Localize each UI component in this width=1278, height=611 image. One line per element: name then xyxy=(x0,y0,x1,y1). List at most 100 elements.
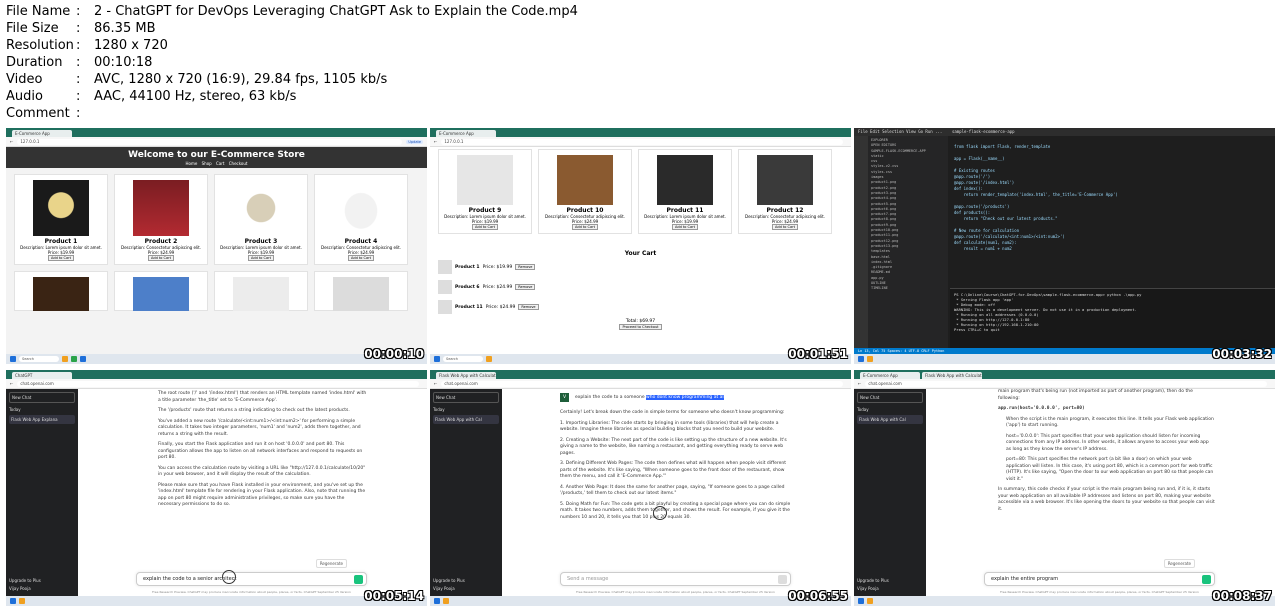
send-icon[interactable] xyxy=(354,575,363,584)
store-title: Welcome to our E-Commerce Store xyxy=(128,150,305,160)
nav-home[interactable]: Home xyxy=(186,161,198,166)
windows-icon[interactable] xyxy=(10,598,16,604)
chat-history-item[interactable]: Flask Web App with Cal xyxy=(433,415,499,424)
product-card xyxy=(114,271,208,311)
browser-tabbar: E-Commerce App xyxy=(430,128,851,137)
code-editor[interactable]: from flask import Flask, render_template… xyxy=(950,142,1275,282)
vscode-menu[interactable]: File Edit Selection View Go Run ... xyxy=(858,129,942,134)
upgrade-link[interactable]: Upgrade to Plus xyxy=(9,577,75,585)
windows-icon[interactable] xyxy=(434,598,440,604)
remove-button[interactable]: Remove xyxy=(515,284,536,290)
back-icon[interactable]: ← xyxy=(858,381,861,386)
chat-history-item[interactable]: Flask Web App Explana xyxy=(9,415,75,424)
address-bar: ← 127.0.0.1 Update xyxy=(6,137,427,147)
product-card: Product 3 Description: Lorem ipsum dolor … xyxy=(214,174,308,265)
url-field[interactable]: 127.0.0.1 xyxy=(17,138,403,145)
taskbar-search[interactable]: Search xyxy=(19,356,59,362)
windows-icon[interactable] xyxy=(10,356,16,362)
app-icon[interactable] xyxy=(867,598,873,604)
nav-checkout[interactable]: Checkout xyxy=(229,161,248,166)
user-name[interactable]: Vijay Pooja xyxy=(433,585,499,593)
chatgpt-window: Flask Web App with Calculation ← chat.ope… xyxy=(430,370,851,606)
update-button[interactable]: Update xyxy=(406,139,423,144)
regenerate-button[interactable]: Regenerate xyxy=(1163,559,1195,568)
windows-icon[interactable] xyxy=(858,598,864,604)
response-code: app.run(host='0.0.0.0', port=80) xyxy=(998,406,1085,411)
add-to-cart-button[interactable]: Add to Cart xyxy=(148,255,174,261)
message-input[interactable]: Send a message xyxy=(560,572,791,586)
add-to-cart-button[interactable]: Add to Cart xyxy=(48,255,74,261)
disclaimer: Free Research Preview. ChatGPT may produ… xyxy=(576,590,775,594)
chat-sidebar: New Chat Today Flask Web App with Cal Up… xyxy=(430,389,502,596)
new-chat-button[interactable]: New Chat xyxy=(857,392,923,403)
product-image-beige-cap xyxy=(233,180,289,236)
checkout-button[interactable]: Proceed to Checkout xyxy=(619,324,662,330)
response-paragraph: host='0.0.0.0': This part specifies that… xyxy=(1006,433,1209,452)
windows-icon[interactable] xyxy=(434,356,440,362)
add-to-cart-button[interactable]: Add to Cart xyxy=(348,255,374,261)
product-card xyxy=(14,271,108,311)
send-icon[interactable] xyxy=(1202,575,1211,584)
chatgpt-window: ChatGPT ← chat.openai.com New Chat Today … xyxy=(6,370,427,606)
windows-icon[interactable] xyxy=(858,356,864,362)
app-icon[interactable] xyxy=(80,356,86,362)
explorer-item[interactable]: TIMELINE xyxy=(871,286,945,291)
user-name[interactable]: Vijay Pooja xyxy=(857,585,923,593)
cart-item: Product 11 Price: $24.99 Remove xyxy=(430,297,851,317)
browser-tabbar: ChatGPT xyxy=(6,370,427,379)
upgrade-link[interactable]: Upgrade to Plus xyxy=(857,577,923,585)
response-paragraph: port=80: This part specifies the network… xyxy=(1006,457,1214,482)
browser-tab[interactable]: ChatGPT xyxy=(12,372,72,379)
add-to-cart-button[interactable]: Add to Cart xyxy=(772,224,798,230)
back-icon[interactable]: ← xyxy=(434,381,437,386)
new-chat-button[interactable]: New Chat xyxy=(9,392,75,403)
product-card: Product 1 Description: Lorem ipsum dolor … xyxy=(14,174,108,265)
nav-cart[interactable]: Cart xyxy=(216,161,224,166)
app-icon[interactable] xyxy=(19,598,25,604)
back-icon[interactable]: ← xyxy=(434,139,437,144)
send-icon[interactable] xyxy=(778,575,787,584)
app-icon[interactable] xyxy=(62,356,68,362)
back-icon[interactable]: ← xyxy=(10,381,13,386)
regenerate-button[interactable]: Regenerate xyxy=(315,559,347,568)
app-icon[interactable] xyxy=(867,356,873,362)
browser-tab[interactable]: Flask Web App with Calculation xyxy=(436,372,496,379)
message-input-placeholder: Send a message xyxy=(567,576,609,582)
app-icon[interactable] xyxy=(443,598,449,604)
app-icon[interactable] xyxy=(71,356,77,362)
chat-history-item[interactable]: Flask Web App with Cal xyxy=(857,415,923,424)
nav-shop[interactable]: Shop xyxy=(202,161,212,166)
product-card: Product 11 Description: Lorem ipsum dolor… xyxy=(638,149,732,234)
add-to-cart-button[interactable]: Add to Cart xyxy=(572,224,598,230)
url-field[interactable]: chat.openai.com xyxy=(865,380,1267,387)
url-field[interactable]: 127.0.0.1 xyxy=(441,138,843,145)
remove-button[interactable]: Remove xyxy=(518,304,539,310)
url-field[interactable]: chat.openai.com xyxy=(441,380,843,387)
new-chat-button[interactable]: New Chat xyxy=(433,392,499,403)
browser-tab[interactable]: E-Commerce App xyxy=(860,372,920,379)
app-icon[interactable] xyxy=(486,356,492,362)
explorer-panel: EXPLORER OPEN EDITORS SAMPLE-FLASK-ECOMMER… xyxy=(868,136,948,348)
message-input[interactable]: explain the code to a senior architect xyxy=(136,572,367,586)
product-image-hat xyxy=(333,180,389,236)
user-name[interactable]: Vijay Pooja xyxy=(9,585,75,593)
back-icon[interactable]: ← xyxy=(10,139,13,144)
add-to-cart-button[interactable]: Add to Cart xyxy=(672,224,698,230)
url-field[interactable]: chat.openai.com xyxy=(17,380,419,387)
add-to-cart-button[interactable]: Add to Cart xyxy=(472,224,498,230)
taskbar-search[interactable]: Search xyxy=(443,356,483,362)
terminal-panel[interactable]: PS C:\Online\Course\ChatGPT-for-DevOps\s… xyxy=(950,288,1275,348)
info-row-file-name: File Name:2 - ChatGPT for DevOps Leverag… xyxy=(6,4,578,19)
message-input[interactable]: explain the entire program xyxy=(984,572,1215,586)
browser-tab[interactable]: E-Commerce App xyxy=(12,130,72,137)
browser-tab[interactable]: E-Commerce App xyxy=(436,130,496,137)
product-image-shirt xyxy=(133,180,189,236)
response-paragraph: Please make sure that you have Flask ins… xyxy=(158,482,366,508)
browser-tab[interactable]: Flask Web App with Calculation xyxy=(922,372,982,379)
upgrade-link[interactable]: Upgrade to Plus xyxy=(433,577,499,585)
remove-button[interactable]: Remove xyxy=(515,264,536,270)
prompt-text: explain the code to a someone xyxy=(575,395,647,400)
add-to-cart-button[interactable]: Add to Cart xyxy=(248,255,274,261)
product-card xyxy=(314,271,408,311)
product-image-mug-gray xyxy=(757,155,813,205)
